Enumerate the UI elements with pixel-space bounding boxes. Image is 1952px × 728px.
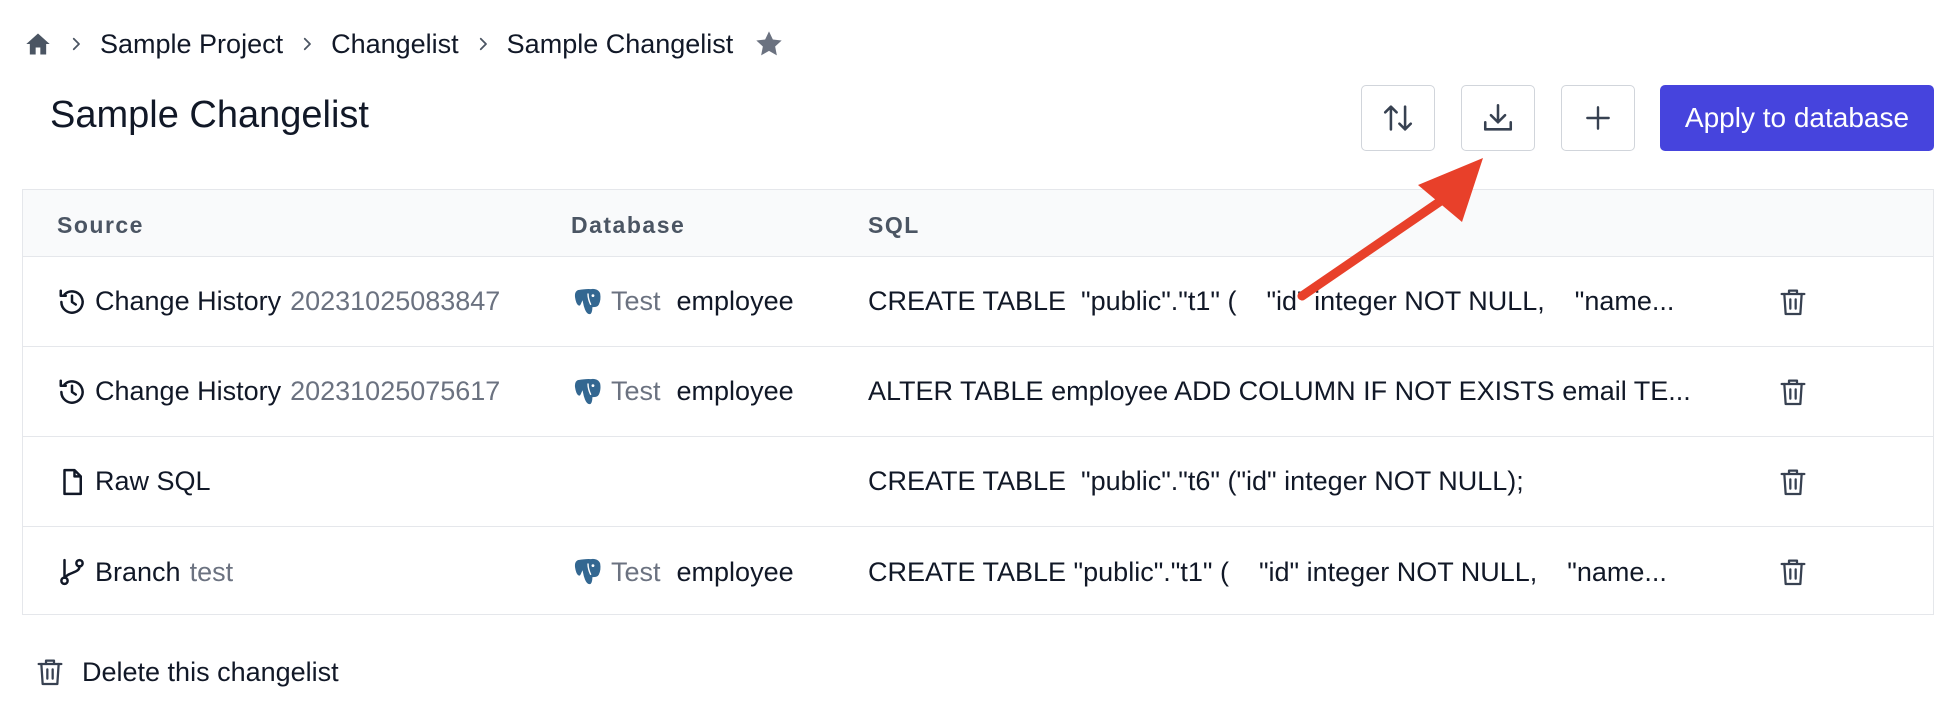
- history-icon: [57, 377, 87, 407]
- page-title: Sample Changelist: [50, 94, 369, 136]
- trash-icon: [1777, 466, 1809, 498]
- sql-cell: ALTER TABLE employee ADD COLUMN IF NOT E…: [868, 347, 1728, 436]
- column-header-sql: SQL: [868, 212, 920, 238]
- export-button[interactable]: [1461, 85, 1535, 151]
- sql-cell: CREATE TABLE "public"."t6" ("id" integer…: [868, 437, 1728, 526]
- trash-icon: [1777, 376, 1809, 408]
- sql-statement[interactable]: CREATE TABLE "public"."t6" ("id" integer…: [868, 466, 1728, 497]
- source-cell: Raw SQL: [57, 437, 211, 526]
- database-name[interactable]: employee: [677, 286, 794, 317]
- source-cell: Change History 20231025075617: [57, 347, 500, 436]
- delete-row-button[interactable]: [1773, 437, 1813, 526]
- changes-table: Source Database SQL Change History 20231…: [22, 189, 1934, 615]
- apply-to-database-button[interactable]: Apply to database: [1660, 85, 1934, 151]
- postgresql-icon: [571, 285, 605, 319]
- plus-icon: [1582, 102, 1614, 134]
- source-type: Change History: [95, 376, 282, 406]
- file-icon: [57, 467, 87, 497]
- source-type: Branch: [95, 556, 181, 587]
- table-row[interactable]: Change History 20231025083847 Test emplo…: [23, 257, 1933, 347]
- chevron-right-icon: [459, 35, 507, 53]
- delete-row-button[interactable]: [1773, 347, 1813, 436]
- source-cell: Branch test: [57, 527, 233, 617]
- source-type: Change History: [95, 286, 282, 316]
- sql-statement[interactable]: CREATE TABLE "public"."t1" ( "id" intege…: [868, 557, 1728, 588]
- home-icon[interactable]: [24, 30, 52, 58]
- breadcrumb-changelist[interactable]: Changelist: [331, 29, 459, 60]
- delete-changelist-button[interactable]: Delete this changelist: [34, 656, 339, 688]
- download-icon: [1481, 101, 1515, 135]
- breadcrumb: Sample Project Changelist Sample Changel…: [24, 24, 785, 64]
- table-row[interactable]: Change History 20231025075617 Test emplo…: [23, 347, 1933, 437]
- trash-icon: [1777, 556, 1809, 588]
- sql-cell: CREATE TABLE "public"."t1" ( "id" intege…: [868, 257, 1728, 346]
- column-header-source: Source: [57, 212, 144, 238]
- sort-arrows-icon: [1381, 101, 1415, 135]
- sql-cell: CREATE TABLE "public"."t1" ( "id" intege…: [868, 527, 1728, 617]
- table-header: Source Database SQL: [23, 190, 1933, 257]
- postgresql-icon: [571, 555, 605, 589]
- sql-statement[interactable]: CREATE TABLE "public"."t1" ( "id" intege…: [868, 286, 1728, 317]
- history-icon: [57, 287, 87, 317]
- star-icon[interactable]: [753, 28, 785, 60]
- source-detail[interactable]: test: [190, 557, 234, 588]
- sql-statement[interactable]: ALTER TABLE employee ADD COLUMN IF NOT E…: [868, 376, 1728, 407]
- delete-row-button[interactable]: [1773, 527, 1813, 617]
- chevron-right-icon: [52, 35, 100, 53]
- branch-icon: [57, 557, 87, 587]
- breadcrumb-project[interactable]: Sample Project: [100, 29, 283, 60]
- table-row[interactable]: Raw SQL CREATE TABLE "public"."t6" ("id"…: [23, 437, 1933, 527]
- source-type: Raw SQL: [95, 466, 211, 496]
- database-environment: Test: [611, 556, 661, 587]
- database-cell: Test employee: [571, 527, 794, 617]
- source-detail: 20231025075617: [290, 376, 501, 406]
- source-cell: Change History 20231025083847: [57, 257, 500, 346]
- breadcrumb-current: Sample Changelist: [506, 28, 734, 59]
- database-environment: Test: [611, 376, 661, 406]
- delete-changelist-label: Delete this changelist: [82, 656, 339, 687]
- reorder-button[interactable]: [1361, 85, 1435, 151]
- table-row[interactable]: Branch test Test employee CREATE TABLE "…: [23, 527, 1933, 617]
- trash-icon: [34, 656, 66, 688]
- database-environment: Test: [611, 286, 661, 316]
- source-detail: 20231025083847: [290, 286, 501, 316]
- database-cell: Test employee: [571, 347, 794, 436]
- database-name[interactable]: employee: [677, 557, 794, 588]
- column-header-database: Database: [571, 212, 686, 238]
- add-change-button[interactable]: [1561, 85, 1635, 151]
- delete-row-button[interactable]: [1773, 257, 1813, 346]
- chevron-right-icon: [283, 35, 331, 53]
- trash-icon: [1777, 286, 1809, 318]
- postgresql-icon: [571, 375, 605, 409]
- database-name[interactable]: employee: [677, 376, 794, 407]
- database-cell: Test employee: [571, 257, 794, 346]
